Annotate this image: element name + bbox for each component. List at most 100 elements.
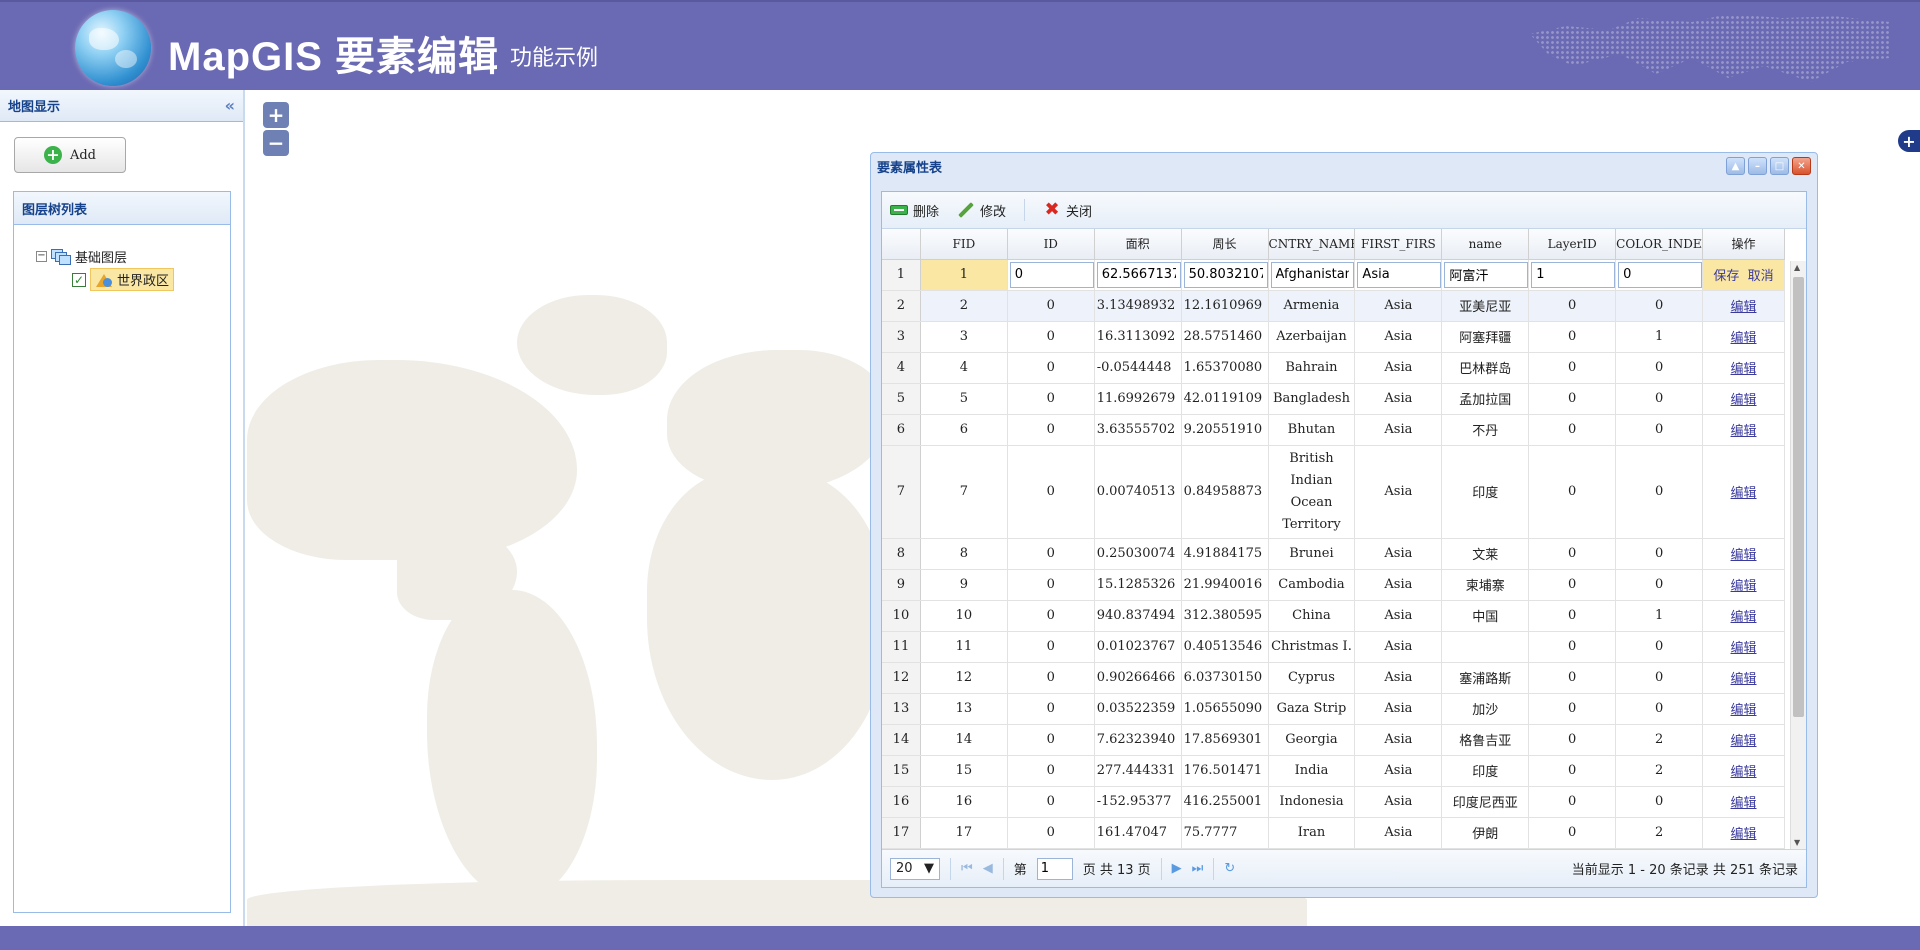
edit-row-link[interactable]: 编辑 [1731,734,1757,749]
table-row[interactable]: 2 2 0 3.13498932 12.1610969 Armenia Asia 亚美尼亚 0 0… [882,290,1785,322]
window-close-icon[interactable]: ✕ [1792,157,1811,175]
edit-perimeter-input[interactable] [1183,261,1268,288]
zoom-out-button[interactable]: − [263,130,289,156]
cell-fid: 12 [920,662,1008,694]
column-header[interactable]: FIRST_FIRS [1354,229,1443,260]
attribute-table-window[interactable]: 要素属性表 ▲ – □ ✕ 删除 修改 ✖ 关闭 FID ID 面积 周长 CN… [870,152,1818,898]
edit-color-input[interactable] [1618,261,1702,288]
edit-row-link[interactable]: 编辑 [1731,827,1757,842]
prev-page-icon[interactable]: ◀ [983,861,993,876]
edit-first-input[interactable] [1357,261,1441,288]
pager-separator [1160,857,1162,880]
scroll-down-icon[interactable]: ▼ [1794,838,1800,847]
cell-layerid: 0 [1528,538,1617,570]
modify-button[interactable]: 修改 [957,201,1006,220]
cell-first: Asia [1354,817,1443,849]
column-header[interactable]: CNTRY_NAME [1268,229,1356,260]
app-subtitle: 功能示例 [510,45,599,70]
cell-color: 0 [1615,569,1704,601]
cell-layerid: 0 [1528,321,1617,353]
table-row[interactable]: 5 5 0 11.6992679 42.0119109 Bangladesh Asia 孟加拉… [882,383,1785,415]
cell-color: 2 [1615,755,1704,787]
window-maximize-icon[interactable]: □ [1770,157,1789,175]
table-row[interactable]: 6 6 0 3.63555702 9.20551910 Bhutan Asia 不丹 0 0 编辑 [882,414,1785,446]
table-row[interactable]: 11 11 0 0.01023767 0.40513546 Christmas I. Asi… [882,631,1785,663]
collapse-left-icon[interactable]: « [225,96,235,115]
edit-row-link[interactable]: 编辑 [1731,610,1757,625]
edit-name-input[interactable] [1444,261,1528,288]
edit-row-link[interactable]: 编辑 [1731,672,1757,687]
first-page-icon[interactable]: ⏮ [961,861,973,876]
table-row-editing[interactable]: 1 1 保存 取消 [882,259,1785,291]
edit-row-link[interactable]: 编辑 [1731,424,1757,439]
add-button[interactable]: + Add [14,137,126,173]
table-row[interactable]: 8 8 0 0.25030074 4.91884175 Brunei Asia 文莱 0 0 编辑 [882,538,1785,570]
edit-row-link[interactable]: 编辑 [1731,796,1757,811]
attribute-window-titlebar[interactable]: 要素属性表 ▲ – □ ✕ [871,153,1817,179]
delete-button[interactable]: 删除 [890,201,939,220]
table-row[interactable]: 13 13 0 0.03522359 1.05655090 Gaza Strip Asia 加… [882,693,1785,725]
table-row[interactable]: 16 16 0 -152.95377 416.255001 Indonesia Asia 印度… [882,786,1785,818]
edit-layerid-input[interactable] [1531,261,1615,288]
column-header[interactable]: FID [920,229,1008,260]
edit-row-link[interactable]: 编辑 [1731,641,1757,656]
layer-visible-checkbox[interactable]: ✓ [72,272,86,287]
table-row[interactable]: 9 9 0 15.1285326 21.9940016 Cambodia Asia 柬埔寨 0 0… [882,569,1785,601]
scrollbar-thumb[interactable] [1793,277,1804,717]
column-header[interactable]: 周长 [1181,229,1269,260]
edit-row-link[interactable]: 编辑 [1731,300,1757,315]
close-table-button[interactable]: ✖ 关闭 [1043,201,1092,220]
column-header[interactable]: 面积 [1094,229,1182,260]
scroll-up-icon[interactable]: ▲ [1794,263,1800,272]
edit-row-link[interactable]: 编辑 [1731,765,1757,780]
column-header[interactable]: name [1441,229,1530,260]
save-row-link[interactable]: 保存 [1713,269,1739,284]
last-page-icon[interactable]: ⏭ [1192,861,1204,876]
edit-row-link[interactable]: 编辑 [1731,486,1757,501]
edit-row-link[interactable]: 编辑 [1731,393,1757,408]
column-header[interactable]: ID [1007,229,1095,260]
edit-row-link[interactable]: 编辑 [1731,331,1757,346]
row-actions: 编辑 [1702,321,1785,353]
page-number-input[interactable] [1036,857,1073,880]
edit-row-link[interactable]: 编辑 [1731,548,1757,563]
edit-row-link[interactable]: 编辑 [1731,579,1757,594]
table-row[interactable]: 14 14 0 7.62323940 17.8569301 Georgia Asia 格鲁吉亚… [882,724,1785,756]
expand-panel-icon[interactable]: + [1898,130,1920,152]
cell-country: Iran [1268,817,1356,849]
edit-row-link[interactable]: 编辑 [1731,362,1757,377]
window-collapse-icon[interactable]: ▲ [1726,157,1745,175]
table-row[interactable]: 17 17 0 161.47047 75.7777 Iran Asia 伊朗 0 2 编辑 [882,817,1785,849]
table-row[interactable]: 10 10 0 940.837494 312.380595 China Asia 中国 0 1 编辑 [882,600,1785,632]
table-row[interactable]: 15 15 0 277.444331 176.501471 India Asia 印度 0 2 编辑 [882,755,1785,787]
tree-node-base-layers[interactable]: − 基础图层 [36,245,230,268]
cell-country: China [1268,600,1356,632]
row-number: 1 [882,259,921,291]
grid-vertical-scrollbar[interactable]: ▲ ▼ [1790,261,1806,849]
window-minimize-icon[interactable]: – [1748,157,1767,175]
table-row[interactable]: 7 7 0 0.00740513 0.84958873 British Indian Oc… [882,445,1785,539]
cell-fid: 3 [920,321,1008,353]
edit-row-link[interactable]: 编辑 [1731,703,1757,718]
next-page-icon[interactable]: ▶ [1172,861,1182,876]
page-size-select[interactable]: 20 ▼ [890,857,940,880]
table-row[interactable]: 4 4 0 -0.0544448 1.65370080 Bahrain Asia 巴林群岛 0 0… [882,352,1785,384]
tree-node-world-regions[interactable]: ✓ 世界政区 [72,268,230,291]
column-header[interactable]: COLOR_INDEX [1615,229,1704,260]
cell-name: 加沙 [1441,693,1530,725]
cell-layerid: 0 [1528,290,1617,322]
tree-node-selected[interactable]: 世界政区 [90,268,175,291]
table-row[interactable]: 12 12 0 0.90266466 6.03730150 Cyprus Asia 塞浦路斯 0… [882,662,1785,694]
edit-area-input[interactable] [1096,261,1181,288]
cell-layerid: 0 [1528,817,1617,849]
edit-country-input[interactable] [1270,261,1354,288]
refresh-icon[interactable]: ↻ [1224,861,1235,876]
column-header[interactable]: LayerID [1528,229,1617,260]
zoom-in-button[interactable]: + [263,102,289,128]
cell-name: 柬埔寨 [1441,569,1530,601]
table-row[interactable]: 3 3 0 16.3113092 28.5751460 Azerbaijan Asia 阿塞拜… [882,321,1785,353]
tree-collapse-icon[interactable]: − [36,251,47,262]
cancel-row-link[interactable]: 取消 [1748,269,1774,284]
cell-id: 0 [1007,352,1095,384]
edit-id-input[interactable] [1009,261,1094,288]
